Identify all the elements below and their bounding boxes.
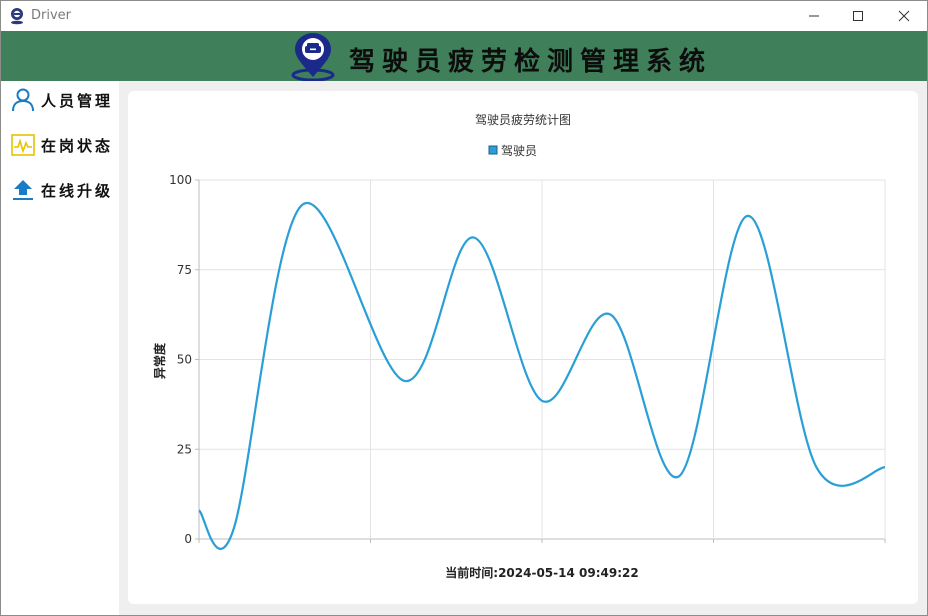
driver-location-logo-icon bbox=[291, 33, 335, 81]
legend-label: 驾驶员 bbox=[501, 143, 537, 158]
fatigue-line-chart: 驾驶员疲劳统计图 驾驶员 0 25 50 75 100 异常度 当前时间:2024-05… bbox=[152, 112, 886, 580]
system-title: 驾驶员疲劳检测管理系统 bbox=[349, 47, 713, 77]
grid-lines bbox=[198, 179, 886, 543]
sidebar-item-label: 人员管理 bbox=[41, 91, 114, 110]
y-axis-label: 异常度 bbox=[152, 342, 167, 379]
main-panel: 驾驶员疲劳统计图 驾驶员 0 25 50 75 100 异常度 当前时间:2024-05… bbox=[119, 81, 927, 615]
upload-icon bbox=[11, 177, 35, 203]
close-icon bbox=[898, 10, 910, 22]
app-window: Driver 驾驶员疲劳检测管理系统 人员管理 在岗状态 在线升级 驾驶员疲劳统… bbox=[0, 0, 928, 616]
maximize-icon bbox=[853, 11, 863, 21]
minimize-icon bbox=[809, 15, 819, 17]
y-tick-label: 25 bbox=[177, 442, 192, 456]
sidebar-item-online-upgrade[interactable]: 在线升级 bbox=[11, 175, 113, 205]
maximize-button[interactable] bbox=[835, 1, 881, 31]
chart-title: 驾驶员疲劳统计图 bbox=[475, 112, 571, 127]
sidebar-item-personnel[interactable]: 人员管理 bbox=[11, 85, 113, 115]
window-title: Driver bbox=[31, 8, 72, 23]
chart-card: 驾驶员疲劳统计图 驾驶员 0 25 50 75 100 异常度 当前时间:2024-05… bbox=[128, 91, 918, 604]
y-tick-label: 50 bbox=[177, 353, 192, 367]
legend: 驾驶员 bbox=[488, 143, 537, 158]
header-banner: 驾驶员疲劳检测管理系统 bbox=[1, 31, 927, 81]
sidebar-item-on-duty-status[interactable]: 在岗状态 bbox=[11, 130, 113, 160]
sidebar-item-label: 在线升级 bbox=[41, 181, 114, 200]
y-tick-label: 100 bbox=[169, 173, 192, 187]
sidebar: 人员管理 在岗状态 在线升级 bbox=[1, 81, 119, 615]
legend-swatch bbox=[488, 145, 498, 155]
person-icon bbox=[11, 87, 35, 113]
y-tick-label: 0 bbox=[184, 532, 192, 546]
driver-app-icon bbox=[11, 8, 23, 25]
x-axis-label: 当前时间:2024-05-14 09:49:22 bbox=[445, 565, 638, 580]
sidebar-item-label: 在岗状态 bbox=[41, 136, 114, 155]
pulse-icon bbox=[11, 132, 35, 158]
minimize-button[interactable] bbox=[791, 1, 837, 31]
title-bar: Driver bbox=[1, 1, 927, 31]
y-tick-label: 75 bbox=[177, 263, 192, 277]
close-button[interactable] bbox=[881, 1, 927, 31]
y-axis-ticks: 0 25 50 75 100 bbox=[169, 173, 199, 546]
